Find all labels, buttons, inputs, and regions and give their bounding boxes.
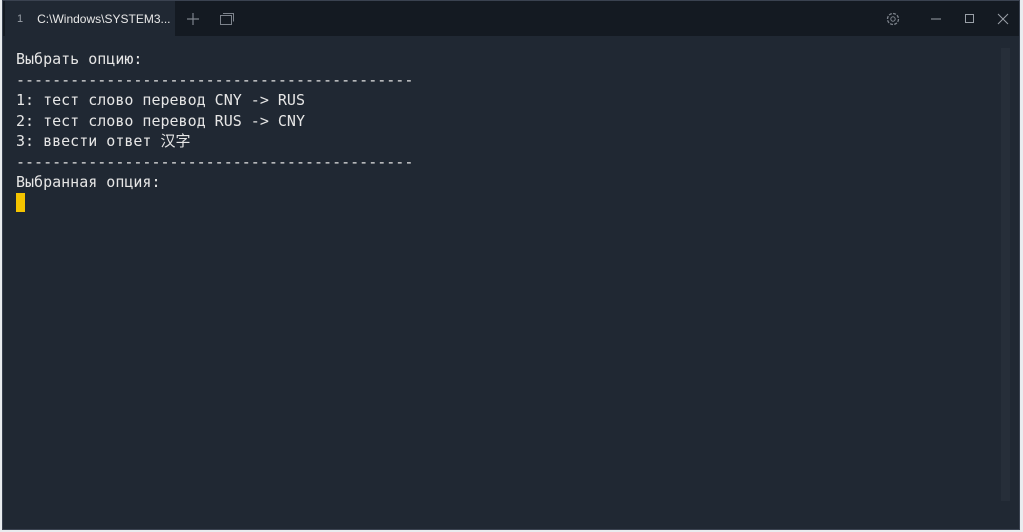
terminal-line: Выбрать опцию:: [16, 50, 143, 68]
terminal-line: ----------------------------------------…: [16, 152, 414, 171]
title-bar: 1 C:\Windows\SYSTEM3...: [3, 1, 1019, 36]
minimize-icon: [931, 18, 941, 19]
text-cursor: [16, 192, 25, 212]
new-tab-button[interactable]: [179, 1, 207, 36]
tab-title: C:\Windows\SYSTEM3...: [37, 11, 171, 26]
minimize-button[interactable]: [921, 1, 951, 36]
terminal-window: 1 C:\Windows\SYSTEM3... Выбрать опцию: --…: [2, 0, 1020, 530]
maximize-icon: [965, 13, 974, 23]
tab-dropdown-button[interactable]: [213, 1, 241, 36]
terminal-line: 1: тест слово перевод CNY -> RUS: [16, 91, 305, 109]
scrollbar[interactable]: [1001, 48, 1010, 501]
plus-icon: [187, 12, 199, 25]
close-button[interactable]: [988, 1, 1018, 36]
maximize-button[interactable]: [955, 1, 985, 36]
close-icon: [997, 13, 1009, 24]
terminal-line: Выбранная опция:: [16, 173, 161, 191]
terminal-line: 2: тест слово перевод RUS -> CNY: [16, 111, 305, 130]
terminal-line: 3: ввести ответ 汉字: [16, 132, 191, 150]
terminal-line: ----------------------------------------…: [16, 70, 414, 89]
gear-icon: [886, 12, 900, 25]
settings-button[interactable]: [878, 1, 908, 36]
tabs-icon: [220, 12, 234, 25]
tab-active[interactable]: 1 C:\Windows\SYSTEM3...: [5, 1, 175, 36]
terminal-output[interactable]: Выбрать опцию: --------------------------…: [16, 49, 413, 213]
tab-number: 1: [17, 12, 24, 25]
